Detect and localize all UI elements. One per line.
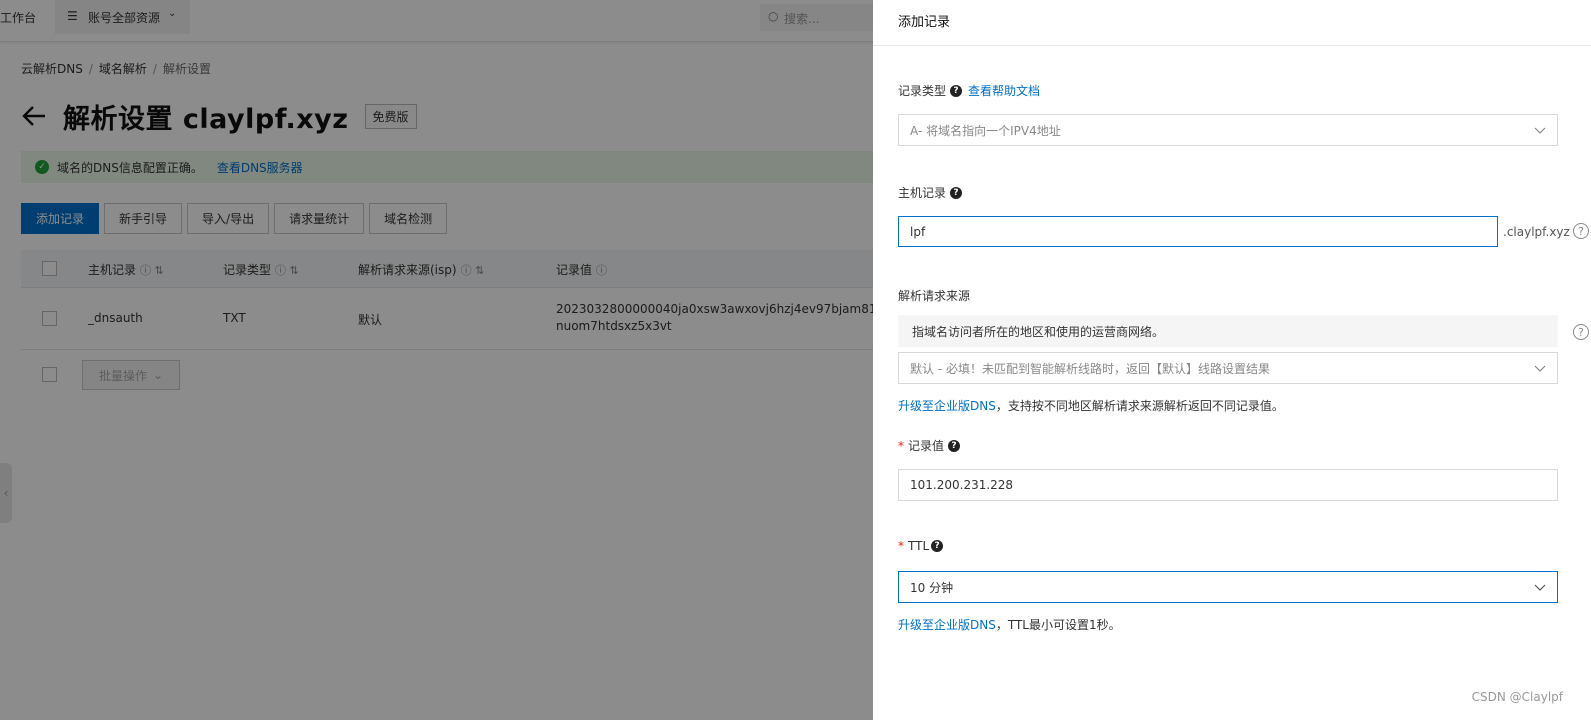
record-type-select[interactable]: A- 将域名指向一个IPV4地址 xyxy=(898,114,1558,146)
record-type-value: A- 将域名指向一个IPV4地址 xyxy=(910,123,1061,138)
isp-label: 解析请求来源 xyxy=(898,287,970,304)
isp-upgrade-note: 升级至企业版DNS，支持按不同地区解析请求来源解析返回不同记录值。 xyxy=(898,397,1284,414)
add-record-drawer: 添加记录 记录类型 ? 查看帮助文档 A- 将域名指向一个IPV4地址 主机记录… xyxy=(873,0,1591,720)
isp-hint-text: 指域名访问者所在的地区和使用的运营商网络。 xyxy=(912,324,1165,339)
record-value-label-text: 记录值 xyxy=(908,439,945,453)
isp-label-text: 解析请求来源 xyxy=(898,289,971,303)
chevron-down-icon xyxy=(1534,584,1546,591)
host-record-input[interactable]: lpf xyxy=(898,216,1498,247)
host-record-label: 主机记录 ? xyxy=(898,184,963,201)
chevron-down-icon xyxy=(1534,127,1546,134)
isp-upgrade-text: ，支持按不同地区解析请求来源解析返回不同记录值。 xyxy=(995,399,1284,413)
help-doc-link[interactable]: 查看帮助文档 xyxy=(968,82,1040,99)
ttl-upgrade-text: ，TTL最小可设置1秒。 xyxy=(995,618,1121,632)
ttl-select[interactable]: 10 分钟 xyxy=(898,571,1558,603)
required-marker: * xyxy=(898,438,904,453)
help-icon[interactable]: ? xyxy=(931,540,944,552)
help-icon[interactable]: ? xyxy=(950,84,963,97)
watermark: CSDN @Claylpf xyxy=(1471,690,1563,704)
upgrade-enterprise-link[interactable]: 升级至企业版DNS xyxy=(898,399,996,413)
ttl-upgrade-note: 升级至企业版DNS，TTL最小可设置1秒。 xyxy=(898,616,1121,633)
ttl-label: * TTL ? xyxy=(898,539,944,553)
record-type-label: 记录类型 ? 查看帮助文档 xyxy=(898,82,1040,99)
record-type-label-text: 记录类型 xyxy=(898,84,947,98)
help-icon[interactable]: ? xyxy=(1573,223,1589,239)
modal-overlay[interactable] xyxy=(0,0,873,720)
host-record-label-text: 主机记录 xyxy=(898,186,947,200)
ttl-value: 10 分钟 xyxy=(910,580,954,595)
divider xyxy=(873,45,1591,46)
help-icon[interactable]: ? xyxy=(1573,324,1589,340)
record-value-input[interactable]: 101.200.231.228 xyxy=(898,469,1558,501)
domain-suffix: .claylpf.xyz xyxy=(1503,225,1570,239)
drawer-title: 添加记录 xyxy=(898,15,951,30)
isp-hint: 指域名访问者所在的地区和使用的运营商网络。 xyxy=(898,315,1558,347)
help-icon[interactable]: ? xyxy=(948,439,961,452)
record-value-value: 101.200.231.228 xyxy=(910,478,1014,492)
help-icon[interactable]: ? xyxy=(950,186,963,199)
host-record-value: lpf xyxy=(910,224,926,239)
isp-value: 默认 - 必填！未匹配到智能解析线路时，返回【默认】线路设置结果 xyxy=(910,361,1270,376)
isp-select[interactable]: 默认 - 必填！未匹配到智能解析线路时，返回【默认】线路设置结果 xyxy=(898,352,1558,384)
upgrade-enterprise-link[interactable]: 升级至企业版DNS xyxy=(898,618,996,632)
record-value-label: * 记录值 ? xyxy=(898,437,961,454)
required-marker: * xyxy=(898,539,904,553)
chevron-down-icon xyxy=(1534,365,1546,372)
ttl-label-text: TTL xyxy=(908,539,930,553)
